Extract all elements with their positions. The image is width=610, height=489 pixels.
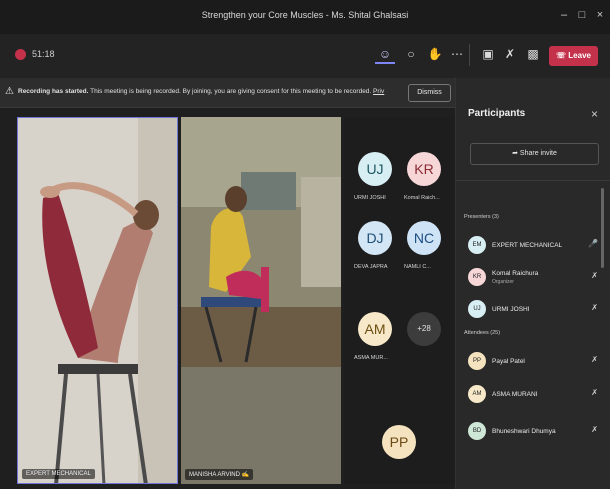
recording-indicator-icon bbox=[15, 49, 26, 60]
participant-row[interactable]: KR Komal Raichura Organizer ✗ bbox=[456, 264, 606, 290]
avatar: KR bbox=[468, 268, 486, 286]
panel-divider bbox=[456, 180, 610, 181]
avatar-label: URMI JOSHI bbox=[354, 195, 386, 201]
mic-off-icon: ✗ bbox=[591, 303, 598, 312]
presenters-section-label[interactable]: Presenters (3) bbox=[464, 214, 499, 220]
recording-title: Recording has started. bbox=[18, 88, 89, 95]
close-panel-icon[interactable]: × bbox=[591, 107, 598, 121]
recording-message: Recording has started. This meeting is b… bbox=[18, 88, 384, 95]
video-name-label: EXPERT MECHANICAL bbox=[22, 469, 95, 479]
participant-row[interactable]: BD Bhuneshwari Dhumya ✗ bbox=[456, 418, 606, 444]
avatar-label: NAMLI C... bbox=[404, 264, 431, 270]
mic-off-icon: ✗ bbox=[591, 388, 598, 397]
avatar: BD bbox=[468, 422, 486, 440]
panel-title: Participants bbox=[468, 108, 526, 119]
participant-name: Komal Raichura bbox=[492, 270, 539, 277]
avatar[interactable]: AM bbox=[358, 312, 392, 346]
video-tile-manisha[interactable]: MANISHA ARVIND ✍ bbox=[181, 117, 341, 484]
teams-meeting-window: Strengthen your Core Muscles - Ms. Shita… bbox=[0, 0, 610, 489]
phone-icon: ☏ bbox=[556, 51, 567, 60]
mic-off-icon: ✗ bbox=[591, 425, 598, 434]
avatar[interactable]: UJ bbox=[358, 152, 392, 186]
share-invite-label: Share invite bbox=[519, 150, 557, 157]
avatar-label: ASMA MUR... bbox=[354, 355, 388, 361]
attendees-section-label[interactable]: Attendees (25) bbox=[464, 330, 500, 336]
yoga-figure-1 bbox=[18, 118, 177, 483]
chat-icon[interactable]: ○ bbox=[401, 44, 421, 64]
avatar: UJ bbox=[468, 300, 486, 318]
mic-off-icon[interactable]: ✗ bbox=[500, 44, 520, 64]
participant-row[interactable]: AM ASMA MURANI ✗ bbox=[456, 381, 606, 407]
toolbar-divider bbox=[469, 44, 470, 66]
share-screen-icon[interactable]: ▩ bbox=[523, 44, 543, 64]
maximize-icon[interactable]: □ bbox=[574, 7, 590, 23]
yoga-figure-2 bbox=[181, 117, 341, 484]
participant-name: Payal Patel bbox=[492, 358, 525, 365]
dismiss-button[interactable]: Dismiss bbox=[408, 84, 451, 102]
avatar-label: Komal Raich... bbox=[404, 195, 440, 201]
participant-name: EXPERT MECHANICAL bbox=[492, 242, 563, 249]
avatar[interactable]: PP bbox=[382, 425, 416, 459]
share-invite-button[interactable]: ➦ Share invite bbox=[470, 143, 599, 165]
meeting-toolbar: 51:18 ☺ ○ ✋ ⋯ ▣ ✗ ▩ ☏ Leave bbox=[0, 34, 610, 78]
participant-row[interactable]: PP Payal Patel ✗ bbox=[456, 348, 606, 374]
participant-gallery: UJ URMI JOSHI KR Komal Raich... DJ DEVA … bbox=[344, 117, 455, 484]
participant-name: URMI JOSHI bbox=[492, 306, 530, 313]
title-bar: Strengthen your Core Muscles - Ms. Shita… bbox=[0, 0, 610, 34]
avatar[interactable]: DJ bbox=[358, 221, 392, 255]
close-icon[interactable]: × bbox=[592, 7, 608, 23]
people-icon[interactable]: ☺ bbox=[375, 44, 395, 64]
avatar-label: DEVA JAPRA bbox=[354, 264, 388, 270]
mic-icon: 🎤 bbox=[588, 239, 598, 248]
avatar: PP bbox=[468, 352, 486, 370]
participant-role: Organizer bbox=[492, 279, 514, 285]
leave-label: Leave bbox=[568, 51, 591, 60]
avatar: EM bbox=[468, 236, 486, 254]
raise-hand-icon[interactable]: ✋ bbox=[425, 44, 445, 64]
minimize-icon[interactable]: – bbox=[556, 7, 572, 23]
recording-banner: ⚠ Recording has started. This meeting is… bbox=[0, 78, 455, 108]
meeting-timer: 51:18 bbox=[32, 49, 55, 59]
share-icon: ➦ bbox=[512, 150, 518, 157]
mic-off-icon: ✗ bbox=[591, 355, 598, 364]
participant-name: Bhuneshwari Dhumya bbox=[492, 428, 556, 435]
participant-name: ASMA MURANI bbox=[492, 391, 538, 398]
window-title: Strengthen your Core Muscles - Ms. Shita… bbox=[201, 10, 409, 20]
participants-panel: Participants × ➦ Share invite Presenters… bbox=[455, 78, 610, 489]
recording-text: This meeting is being recorded. By joini… bbox=[88, 88, 372, 95]
video-name-label: MANISHA ARVIND ✍ bbox=[185, 469, 254, 480]
privacy-link[interactable]: Priv bbox=[373, 88, 384, 95]
warning-icon: ⚠ bbox=[5, 86, 14, 97]
participant-row[interactable]: EM EXPERT MECHANICAL 🎤 bbox=[456, 232, 606, 258]
more-icon[interactable]: ⋯ bbox=[447, 44, 467, 64]
camera-off-icon[interactable]: ▣ bbox=[478, 44, 498, 64]
participant-row[interactable]: UJ URMI JOSHI ✗ bbox=[456, 296, 606, 322]
more-participants-button[interactable]: +28 bbox=[407, 312, 441, 346]
video-tile-expert-mechanical[interactable]: EXPERT MECHANICAL bbox=[17, 117, 178, 484]
leave-button[interactable]: ☏ Leave bbox=[549, 46, 598, 66]
mic-off-icon: ✗ bbox=[591, 271, 598, 280]
avatar[interactable]: KR bbox=[407, 152, 441, 186]
avatar[interactable]: NC bbox=[407, 221, 441, 255]
avatar: AM bbox=[468, 385, 486, 403]
panel-scrollbar[interactable] bbox=[601, 188, 604, 268]
